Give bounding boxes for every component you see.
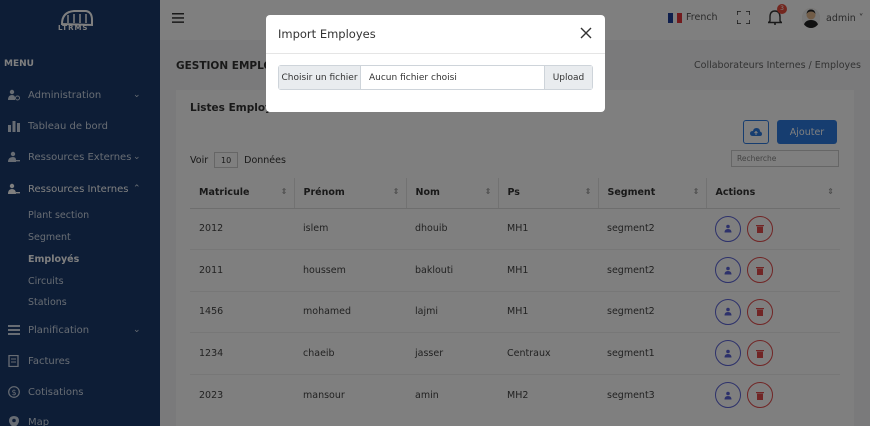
modal-title: Import Employes (278, 27, 376, 41)
file-input: Choisir un fichier Aucun fichier choisi … (278, 65, 593, 90)
upload-button[interactable]: Upload (544, 66, 592, 89)
import-modal: Import Employes Choisir un fichier Aucun… (266, 15, 605, 112)
close-icon[interactable] (580, 27, 592, 39)
divider (266, 53, 605, 54)
choose-file-button[interactable]: Choisir un fichier (279, 66, 361, 89)
file-name-display: Aucun fichier choisi (369, 72, 457, 83)
